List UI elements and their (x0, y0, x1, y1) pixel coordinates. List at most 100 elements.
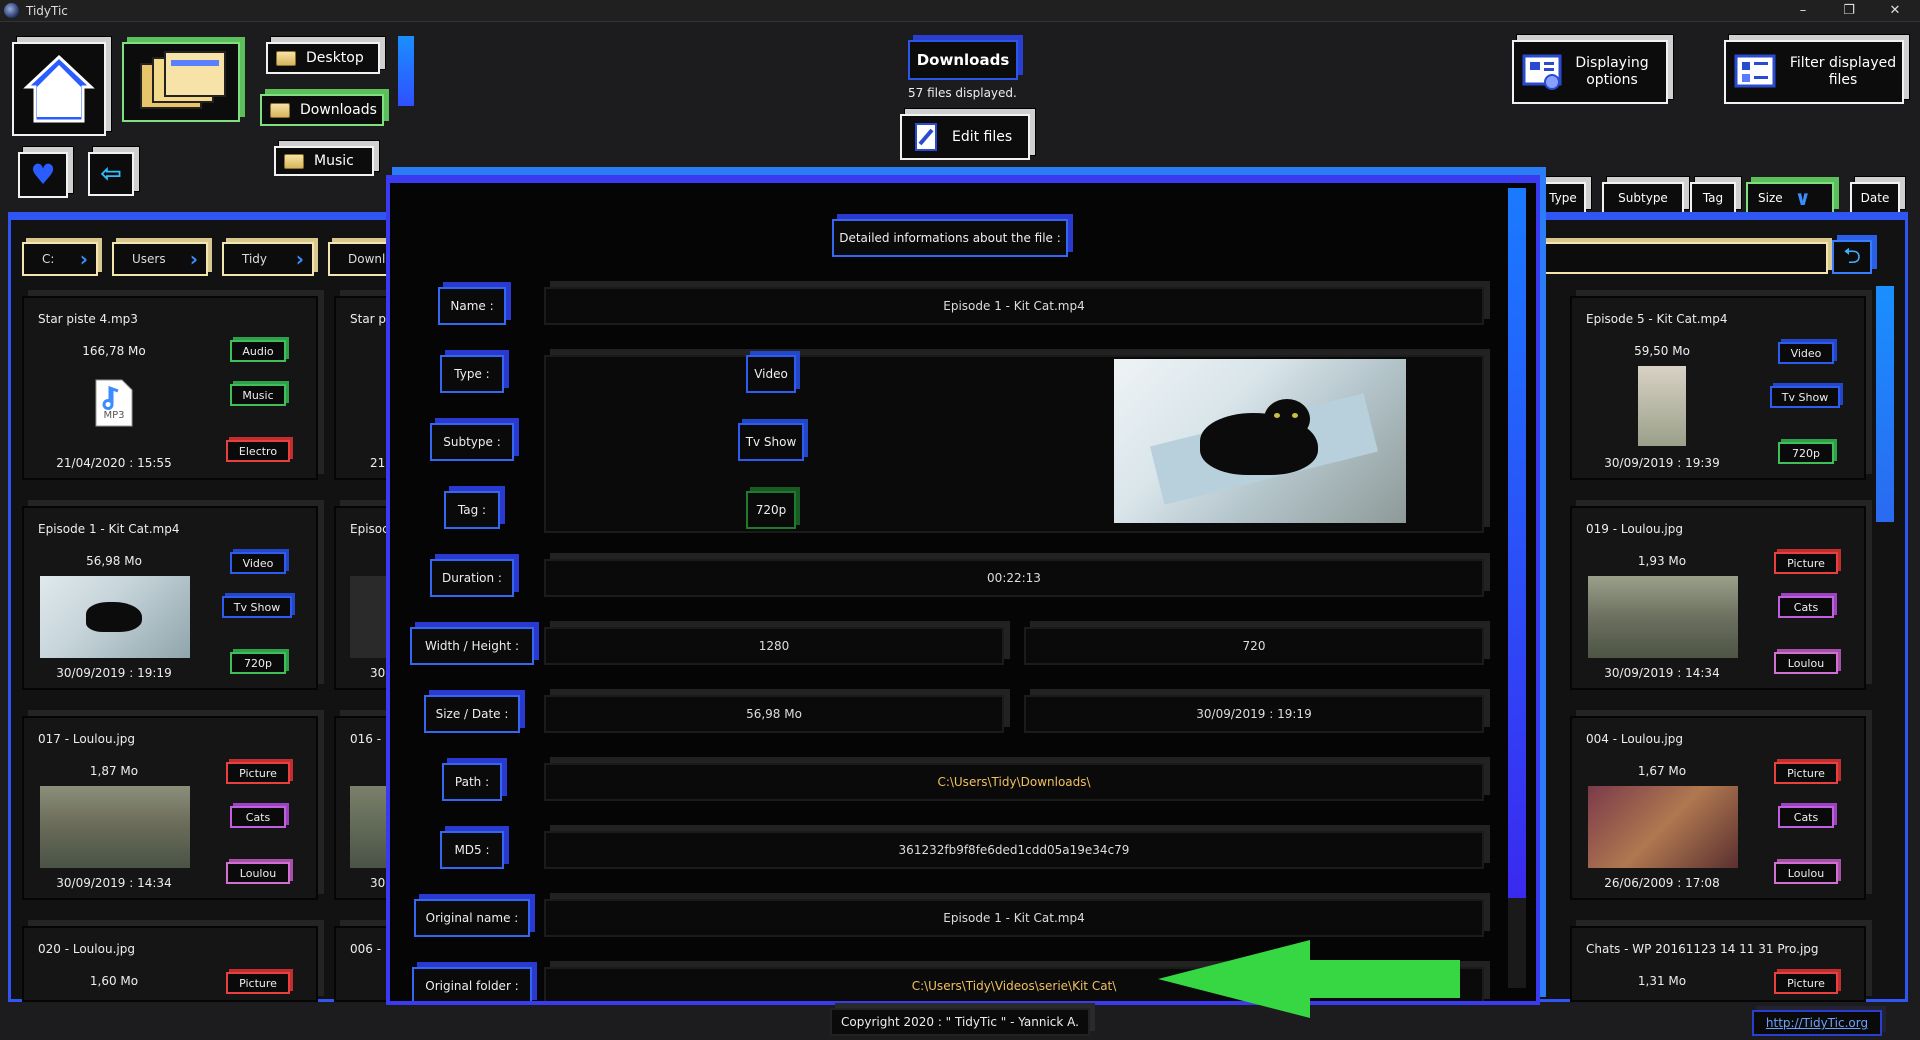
file-size: 1,60 Mo (89, 974, 139, 988)
type-tag[interactable]: Video (1778, 342, 1834, 364)
subtype-tag[interactable]: Cats (230, 806, 286, 828)
parent-folder-button[interactable]: ⮌ (1832, 240, 1872, 274)
type-tag[interactable]: Picture (1774, 762, 1838, 784)
subtype-value[interactable]: Tv Show (738, 423, 804, 461)
picture-thumbnail (1588, 786, 1738, 868)
website-link[interactable]: http://TidyTic.org (1752, 1010, 1882, 1036)
maximize-button[interactable]: ❐ (1826, 0, 1872, 22)
filter-label: Filter displayed files (1789, 55, 1897, 88)
sort-subtype-button[interactable]: Subtype (1602, 182, 1684, 214)
subtype-tag[interactable]: Tv Show (1770, 386, 1840, 408)
width-value: 1280 (544, 627, 1004, 665)
picture-thumbnail (40, 786, 190, 868)
minimize-button[interactable]: – (1780, 0, 1826, 22)
edit-files-button[interactable]: Edit files (900, 114, 1030, 160)
file-name: Chats - WP 20161123 14 11 31 Pro.jpg (1586, 942, 1819, 956)
file-card[interactable]: Star piste 4.mp3 166,78 Mo MP3 21/04/202… (22, 296, 318, 480)
file-card[interactable]: Episoc 30 (334, 506, 394, 690)
file-size: 59,50 Mo (1634, 344, 1690, 358)
sort-tag-button[interactable]: Tag (1690, 182, 1736, 214)
displaying-options-button[interactable]: Displaying options (1512, 40, 1668, 104)
breadcrumb-item[interactable]: Users › (112, 242, 208, 276)
file-card[interactable]: 020 - Loulou.jpg 1,60 Mo Picture (22, 926, 318, 1002)
file-card[interactable]: 006 - (334, 926, 394, 1002)
favorites-button[interactable]: ♥ (18, 152, 68, 198)
file-date: 30/09/2019 : 19:19 (56, 666, 172, 680)
tag-label: Tag : (444, 491, 500, 529)
sort-type-button[interactable]: Type (1540, 182, 1586, 214)
type-tag[interactable]: Audio (230, 340, 286, 362)
file-preview-image (1114, 359, 1406, 523)
tag-badge[interactable]: Loulou (1774, 652, 1838, 674)
duration-label: Duration : (430, 559, 514, 597)
subtype-tag[interactable]: Cats (1778, 806, 1834, 828)
type-tag[interactable]: Picture (226, 972, 290, 994)
shortcut-desktop[interactable]: Desktop (266, 42, 380, 74)
tag-badge[interactable]: Electro (226, 440, 290, 462)
details-scrollbar-thumb[interactable] (1508, 188, 1526, 898)
breadcrumb-item[interactable]: C: › (22, 242, 98, 276)
sort-size-button[interactable]: Size ∨ (1746, 182, 1834, 214)
path-label: Path : (442, 763, 502, 801)
breadcrumb-item[interactable]: Tidy › (222, 242, 314, 276)
breadcrumb-bar (1540, 242, 1828, 274)
mp3-file-icon: MP3 (94, 378, 134, 428)
file-card[interactable]: Episode 1 - Kit Cat.mp4 56,98 Mo 30/09/2… (22, 506, 318, 690)
folders-icon (140, 51, 226, 109)
md5-label: MD5 : (440, 831, 504, 869)
file-date: 30 (370, 666, 386, 680)
path-value[interactable]: C:\Users\Tidy\Downloads\ (544, 763, 1484, 801)
original-folder-label: Original folder : (412, 967, 532, 1001)
tag-value[interactable]: 720p (746, 491, 796, 529)
type-value[interactable]: Video (746, 355, 796, 393)
filter-icon (1734, 54, 1776, 88)
file-size: 166,78 Mo (82, 344, 146, 358)
tag-badge[interactable]: 720p (1778, 442, 1834, 464)
chevron-right-icon: › (295, 247, 304, 271)
subtype-tag[interactable]: Tv Show (222, 596, 292, 618)
file-date: 30 (370, 876, 386, 890)
breadcrumb-label: Tidy (242, 252, 268, 266)
folders-button[interactable] (122, 42, 240, 122)
tag-badge[interactable]: 720p (230, 652, 286, 674)
type-tag[interactable]: Video (230, 552, 286, 574)
file-size: 1,87 Mo (89, 764, 139, 778)
app-logo-icon (4, 3, 19, 18)
edit-files-label: Edit files (952, 129, 1013, 145)
shortcut-label: Downloads (300, 102, 377, 118)
shortcuts-scrollbar[interactable] (398, 36, 414, 106)
type-label: Type : (440, 355, 504, 393)
type-tag[interactable]: Picture (1774, 972, 1838, 994)
shortcut-music[interactable]: Music (274, 146, 374, 176)
tag-badge[interactable]: Loulou (226, 862, 290, 884)
file-name: Episode 1 - Kit Cat.mp4 (38, 522, 180, 536)
type-tag[interactable]: Picture (226, 762, 290, 784)
file-name: Star p (350, 312, 387, 326)
home-button[interactable] (12, 42, 106, 136)
video-thumbnail (40, 576, 190, 658)
type-tag[interactable]: Picture (1774, 552, 1838, 574)
file-details-dialog: Detailed informations about the file : N… (386, 175, 1540, 1005)
subtype-tag[interactable]: Cats (1778, 596, 1834, 618)
file-card[interactable]: Chats - WP 20161123 14 11 31 Pro.jpg 1,3… (1570, 926, 1866, 1002)
tag-badge[interactable]: Loulou (1774, 862, 1838, 884)
subtype-tag[interactable]: Music (230, 384, 286, 406)
file-card[interactable]: Star p 21, (334, 296, 394, 480)
close-button[interactable]: ✕ (1872, 0, 1918, 22)
file-card[interactable]: 019 - Loulou.jpg 1,93 Mo 30/09/2019 : 14… (1570, 506, 1866, 690)
filter-displayed-files-button[interactable]: Filter displayed files (1724, 40, 1904, 104)
file-card[interactable]: 016 - l 30 (334, 716, 394, 900)
md5-value: 361232fb9f8fe6ded1cdd05a19e34c79 (544, 831, 1484, 869)
size-date-label: Size / Date : (424, 695, 520, 733)
file-card[interactable]: Episode 5 - Kit Cat.mp4 59,50 Mo 30/09/2… (1570, 296, 1866, 480)
breadcrumb-item[interactable]: Downlo (328, 242, 388, 276)
video-thumbnail (1638, 366, 1686, 446)
files-scrollbar[interactable] (1876, 286, 1894, 522)
file-card[interactable]: 017 - Loulou.jpg 1,87 Mo 30/09/2019 : 14… (22, 716, 318, 900)
display-options-icon (1522, 54, 1562, 90)
file-card[interactable]: 004 - Loulou.jpg 1,67 Mo 26/06/2009 : 17… (1570, 716, 1866, 900)
sort-date-button[interactable]: Date (1850, 182, 1900, 214)
back-button[interactable]: ⇦ (88, 152, 134, 196)
file-date: 26/06/2009 : 17:08 (1604, 876, 1720, 890)
shortcut-downloads[interactable]: Downloads (260, 94, 384, 126)
